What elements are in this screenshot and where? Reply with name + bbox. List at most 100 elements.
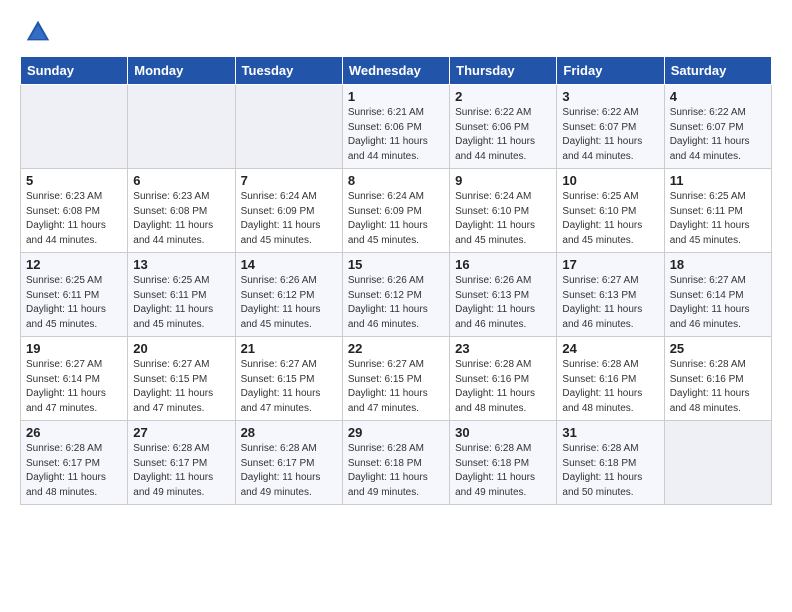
header [0,0,792,56]
day-cell-20: 20 Sunrise: 6:27 AMSunset: 6:15 PMDayligh… [128,337,235,421]
day-cell-31: 31 Sunrise: 6:28 AMSunset: 6:18 PMDayligh… [557,421,664,505]
day-cell-26: 26 Sunrise: 6:28 AMSunset: 6:17 PMDayligh… [21,421,128,505]
day-cell-7: 7 Sunrise: 6:24 AMSunset: 6:09 PMDaylight… [235,169,342,253]
empty-cell [128,85,235,169]
weekday-header-saturday: Saturday [664,57,771,85]
day-info: Sunrise: 6:27 AMSunset: 6:15 PMDaylight:… [241,358,337,416]
day-number: 23 [455,341,551,356]
day-cell-17: 17 Sunrise: 6:27 AMSunset: 6:13 PMDayligh… [557,253,664,337]
day-number: 19 [26,341,122,356]
day-info: Sunrise: 6:22 AMSunset: 6:06 PMDaylight:… [455,106,551,164]
calendar-wrapper: SundayMondayTuesdayWednesdayThursdayFrid… [0,56,792,515]
day-number: 11 [670,173,766,188]
weekday-header-tuesday: Tuesday [235,57,342,85]
day-info: Sunrise: 6:27 AMSunset: 6:14 PMDaylight:… [26,358,122,416]
day-info: Sunrise: 6:28 AMSunset: 6:16 PMDaylight:… [562,358,658,416]
day-number: 30 [455,425,551,440]
day-number: 10 [562,173,658,188]
week-row-5: 26 Sunrise: 6:28 AMSunset: 6:17 PMDayligh… [21,421,772,505]
day-cell-14: 14 Sunrise: 6:26 AMSunset: 6:12 PMDayligh… [235,253,342,337]
day-cell-25: 25 Sunrise: 6:28 AMSunset: 6:16 PMDayligh… [664,337,771,421]
day-info: Sunrise: 6:24 AMSunset: 6:10 PMDaylight:… [455,190,551,248]
day-cell-9: 9 Sunrise: 6:24 AMSunset: 6:10 PMDaylight… [450,169,557,253]
day-info: Sunrise: 6:26 AMSunset: 6:12 PMDaylight:… [348,274,444,332]
empty-cell [664,421,771,505]
day-cell-11: 11 Sunrise: 6:25 AMSunset: 6:11 PMDayligh… [664,169,771,253]
day-cell-28: 28Sunrise: 6:28 AMSunset: 6:17 PMDayligh… [235,421,342,505]
day-info: Sunrise: 6:27 AMSunset: 6:15 PMDaylight:… [133,358,229,416]
day-info: Sunrise: 6:28 AMSunset: 6:16 PMDaylight:… [670,358,766,416]
day-number: 14 [241,257,337,272]
day-cell-12: 12 Sunrise: 6:25 AMSunset: 6:11 PMDayligh… [21,253,128,337]
day-info: Sunrise: 6:28 AMSunset: 6:17 PMDaylight:… [133,442,229,500]
day-info: Sunrise: 6:26 AMSunset: 6:13 PMDaylight:… [455,274,551,332]
day-cell-27: 27 Sunrise: 6:28 AMSunset: 6:17 PMDayligh… [128,421,235,505]
day-info: Sunrise: 6:22 AMSunset: 6:07 PMDaylight:… [670,106,766,164]
day-info: Sunrise: 6:28 AMSunset: 6:18 PMDaylight:… [562,442,658,500]
empty-cell [21,85,128,169]
day-cell-19: 19 Sunrise: 6:27 AMSunset: 6:14 PMDayligh… [21,337,128,421]
day-number: 7 [241,173,337,188]
day-cell-23: 23 Sunrise: 6:28 AMSunset: 6:16 PMDayligh… [450,337,557,421]
day-number: 22 [348,341,444,356]
week-row-4: 19 Sunrise: 6:27 AMSunset: 6:14 PMDayligh… [21,337,772,421]
day-number: 3 [562,89,658,104]
day-info: Sunrise: 6:26 AMSunset: 6:12 PMDaylight:… [241,274,337,332]
day-number: 25 [670,341,766,356]
day-info: Sunrise: 6:27 AMSunset: 6:15 PMDaylight:… [348,358,444,416]
day-number: 18 [670,257,766,272]
day-info: Sunrise: 6:22 AMSunset: 6:07 PMDaylight:… [562,106,658,164]
day-cell-8: 8Sunrise: 6:24 AMSunset: 6:09 PMDaylight… [342,169,449,253]
day-info: Sunrise: 6:28 AMSunset: 6:16 PMDaylight:… [455,358,551,416]
day-info: Sunrise: 6:25 AMSunset: 6:11 PMDaylight:… [670,190,766,248]
day-number: 21 [241,341,337,356]
day-number: 1 [348,89,444,104]
day-cell-3: 3 Sunrise: 6:22 AMSunset: 6:07 PMDaylight… [557,85,664,169]
day-number: 27 [133,425,229,440]
day-cell-22: 22 Sunrise: 6:27 AMSunset: 6:15 PMDayligh… [342,337,449,421]
day-cell-24: 24Sunrise: 6:28 AMSunset: 6:16 PMDayligh… [557,337,664,421]
day-cell-16: 16 Sunrise: 6:26 AMSunset: 6:13 PMDayligh… [450,253,557,337]
weekday-header-wednesday: Wednesday [342,57,449,85]
day-info: Sunrise: 6:28 AMSunset: 6:18 PMDaylight:… [348,442,444,500]
weekday-header-thursday: Thursday [450,57,557,85]
day-cell-30: 30 Sunrise: 6:28 AMSunset: 6:18 PMDayligh… [450,421,557,505]
week-row-3: 12 Sunrise: 6:25 AMSunset: 6:11 PMDayligh… [21,253,772,337]
week-row-1: 1 Sunrise: 6:21 AMSunset: 6:06 PMDaylight… [21,85,772,169]
day-number: 28 [241,425,337,440]
weekday-header-friday: Friday [557,57,664,85]
weekday-header-row: SundayMondayTuesdayWednesdayThursdayFrid… [21,57,772,85]
day-number: 20 [133,341,229,356]
day-info: Sunrise: 6:27 AMSunset: 6:14 PMDaylight:… [670,274,766,332]
day-number: 6 [133,173,229,188]
day-number: 9 [455,173,551,188]
day-cell-4: 4 Sunrise: 6:22 AMSunset: 6:07 PMDaylight… [664,85,771,169]
day-number: 29 [348,425,444,440]
day-info: Sunrise: 6:24 AMSunset: 6:09 PMDaylight:… [348,190,444,248]
day-number: 31 [562,425,658,440]
day-cell-15: 15Sunrise: 6:26 AMSunset: 6:12 PMDayligh… [342,253,449,337]
day-number: 4 [670,89,766,104]
day-info: Sunrise: 6:21 AMSunset: 6:06 PMDaylight:… [348,106,444,164]
day-number: 12 [26,257,122,272]
weekday-header-sunday: Sunday [21,57,128,85]
day-number: 2 [455,89,551,104]
day-info: Sunrise: 6:28 AMSunset: 6:18 PMDaylight:… [455,442,551,500]
day-info: Sunrise: 6:24 AMSunset: 6:09 PMDaylight:… [241,190,337,248]
day-cell-2: 2 Sunrise: 6:22 AMSunset: 6:06 PMDaylight… [450,85,557,169]
day-number: 16 [455,257,551,272]
day-number: 17 [562,257,658,272]
day-cell-18: 18 Sunrise: 6:27 AMSunset: 6:14 PMDayligh… [664,253,771,337]
day-cell-29: 29 Sunrise: 6:28 AMSunset: 6:18 PMDayligh… [342,421,449,505]
day-cell-10: 10Sunrise: 6:25 AMSunset: 6:10 PMDayligh… [557,169,664,253]
day-number: 26 [26,425,122,440]
day-info: Sunrise: 6:28 AMSunset: 6:17 PMDaylight:… [26,442,122,500]
day-info: Sunrise: 6:25 AMSunset: 6:11 PMDaylight:… [26,274,122,332]
day-cell-1: 1 Sunrise: 6:21 AMSunset: 6:06 PMDaylight… [342,85,449,169]
day-info: Sunrise: 6:27 AMSunset: 6:13 PMDaylight:… [562,274,658,332]
weekday-header-monday: Monday [128,57,235,85]
day-cell-6: 6Sunrise: 6:23 AMSunset: 6:08 PMDaylight… [128,169,235,253]
week-row-2: 5Sunrise: 6:23 AMSunset: 6:08 PMDaylight… [21,169,772,253]
day-cell-21: 21 Sunrise: 6:27 AMSunset: 6:15 PMDayligh… [235,337,342,421]
day-cell-5: 5Sunrise: 6:23 AMSunset: 6:08 PMDaylight… [21,169,128,253]
